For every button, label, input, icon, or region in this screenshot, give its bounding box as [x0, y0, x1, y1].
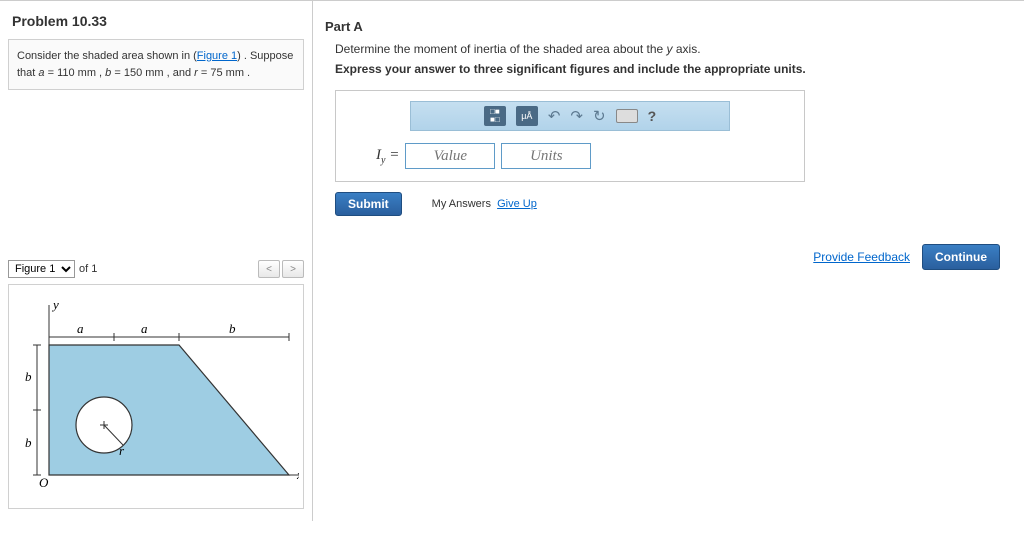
problem-statement: Consider the shaded area shown in (Figur… — [8, 39, 304, 90]
my-answers-area: My Answers Give Up — [432, 198, 537, 210]
text: Consider the shaded area shown in ( — [17, 50, 197, 62]
label-b2: b — [25, 435, 32, 450]
figure-link[interactable]: Figure 1 — [197, 50, 237, 62]
part-bold-instruction: Express your answer to three significant… — [325, 62, 1012, 76]
label-b1: b — [25, 369, 32, 384]
redo-icon[interactable]: ↷ — [570, 107, 583, 125]
reset-icon[interactable]: ↻ — [593, 107, 606, 125]
symbols-icon[interactable]: μÅ — [516, 106, 538, 126]
label-a2: a — [141, 321, 148, 336]
answer-symbol: Iy = — [376, 147, 399, 166]
and: , and — [164, 67, 195, 79]
continue-button[interactable]: Continue — [922, 244, 1000, 270]
figure-header: Figure 1 of 1 < > — [8, 260, 304, 278]
figure-of-label: of 1 — [79, 263, 97, 275]
submit-button[interactable]: Submit — [335, 192, 402, 216]
problem-title: Problem 10.33 — [12, 13, 304, 29]
period: . — [244, 67, 250, 79]
val-r: = 75 mm — [198, 67, 244, 79]
my-answers-label: My Answers — [432, 198, 491, 210]
input-toolbar: □■■□ μÅ ↶ ↷ ↻ ? — [410, 101, 730, 131]
label-b-top: b — [229, 321, 236, 336]
label-y: y — [51, 297, 59, 312]
units-input[interactable] — [501, 143, 591, 169]
part-instruction: Determine the moment of inertia of the s… — [325, 42, 1012, 56]
label-O: O — [39, 475, 49, 490]
sep: , — [96, 67, 105, 79]
undo-icon[interactable]: ↶ — [548, 107, 561, 125]
figure-next-button[interactable]: > — [282, 260, 304, 278]
part-label: Part A — [325, 19, 1012, 34]
provide-feedback-link[interactable]: Provide Feedback — [813, 250, 910, 264]
value-input[interactable] — [405, 143, 495, 169]
text: axis. — [673, 42, 701, 56]
figure-diagram: r x y O a a b — [8, 284, 304, 509]
help-icon[interactable]: ? — [648, 108, 657, 124]
label-a1: a — [77, 321, 84, 336]
template-icon[interactable]: □■■□ — [484, 106, 506, 126]
label-x: x — [296, 467, 299, 482]
answer-box: □■■□ μÅ ↶ ↷ ↻ ? Iy = — [335, 90, 805, 182]
give-up-link[interactable]: Give Up — [497, 198, 537, 210]
figure-prev-button[interactable]: < — [258, 260, 280, 278]
val-b: = 150 mm — [111, 67, 163, 79]
keyboard-icon[interactable] — [616, 109, 638, 123]
figure-select[interactable]: Figure 1 — [8, 260, 75, 278]
val-a: = 110 mm — [45, 67, 96, 79]
text: Determine the moment of inertia of the s… — [335, 42, 667, 56]
